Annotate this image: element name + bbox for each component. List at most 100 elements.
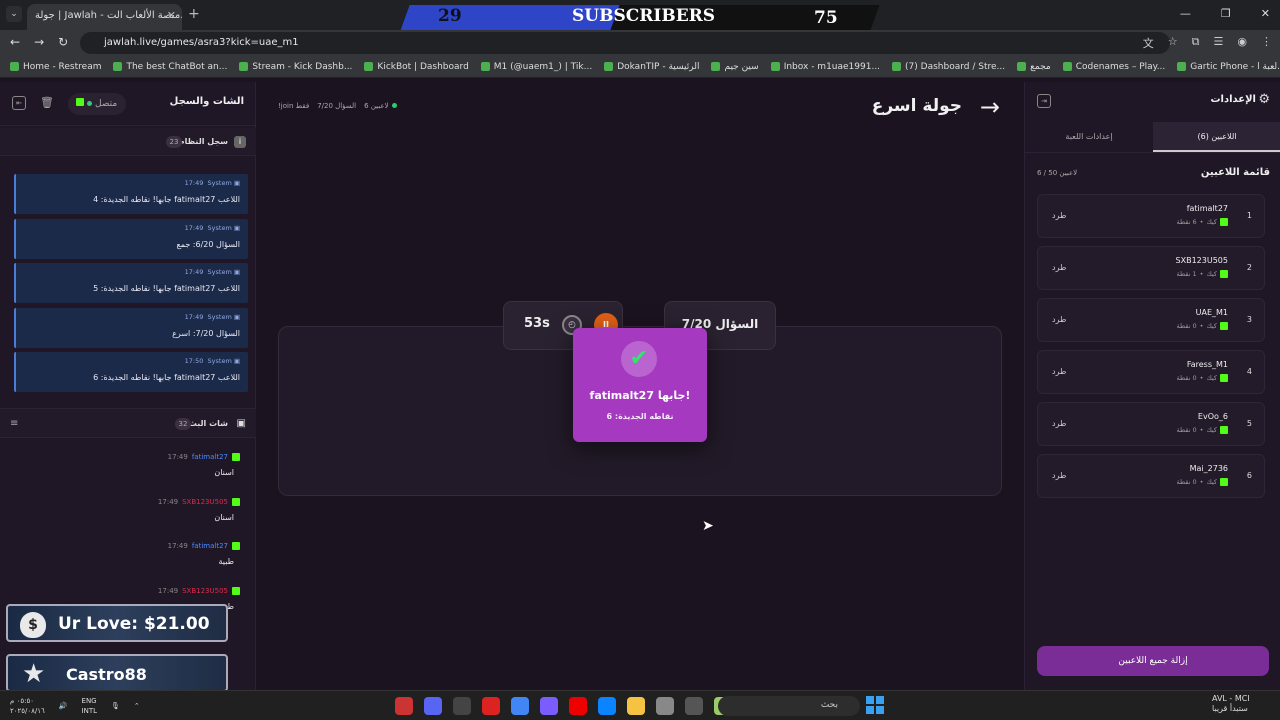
- sort-icon[interactable]: ≡: [10, 418, 18, 429]
- chrome-icon[interactable]: [511, 697, 529, 715]
- bookmark-item[interactable]: Gartic Phone - لعبة ا...: [1177, 60, 1280, 73]
- chat-username[interactable]: fatimalt27: [192, 453, 228, 461]
- weather-widget[interactable]: AVL - MCI ستبدأ قريبا: [1212, 694, 1250, 714]
- file-explorer-icon[interactable]: [627, 697, 645, 715]
- chat-message-text: طبية: [218, 557, 234, 566]
- bookmarks-bar: Home - Restream The best ChatBot an... Str…: [0, 56, 1280, 78]
- reload-icon[interactable]: ↻: [58, 35, 68, 49]
- taskbar-search[interactable]: بحث: [718, 696, 860, 716]
- game-header: !join فقط السؤال 7/20 6 لاعبين جولة اسرع…: [278, 93, 1008, 126]
- online-dot: [391, 103, 397, 108]
- maximize-icon[interactable]: ❐: [1221, 7, 1231, 20]
- system-message-meta: 17:50 System ▣: [184, 357, 240, 365]
- obs-icon[interactable]: [395, 697, 413, 715]
- chat-message: 17:49 fatimalt27 اسنان: [0, 448, 250, 488]
- close-window-icon[interactable]: ✕: [1261, 7, 1270, 20]
- back-icon[interactable]: ←: [10, 35, 20, 49]
- notepad-icon[interactable]: [685, 697, 703, 715]
- mic-icon[interactable]: 🎙: [111, 701, 120, 711]
- language-indicator[interactable]: ENG INTL: [82, 696, 97, 716]
- kick-player-button[interactable]: طرد: [1052, 263, 1066, 272]
- translate-icon[interactable]: 文: [1143, 35, 1154, 51]
- bookmark-star-icon[interactable]: ☆: [1168, 35, 1178, 51]
- new-tab-button[interactable]: +: [188, 6, 200, 22]
- bookmark-item[interactable]: KickBot | Dashboard: [364, 60, 469, 73]
- url-field[interactable]: jawlah.live/games/asra3?kick=uae_m1: [80, 32, 1170, 54]
- collapse-panel-icon[interactable]: ⇤: [12, 96, 26, 110]
- profile-icon[interactable]: ◉: [1237, 35, 1247, 51]
- trash-icon[interactable]: 🗑: [40, 96, 54, 109]
- kick-icon: [232, 497, 240, 506]
- bookmark-item[interactable]: (7) Dashboard / Stre...: [892, 60, 1005, 73]
- bookmark-item[interactable]: سين جيم: [711, 60, 759, 73]
- subscriber-goal: 75: [814, 8, 838, 28]
- copilot-icon[interactable]: [540, 697, 558, 715]
- kick-player-button[interactable]: طرد: [1052, 315, 1066, 324]
- forward-icon[interactable]: →: [34, 35, 44, 49]
- platform-label: كيك: [1206, 374, 1217, 382]
- tab-search-button[interactable]: ⌄: [6, 6, 22, 22]
- bookmark-label: DokanTIP - الرئيسية: [617, 61, 700, 72]
- player-row: 4 Faress_M1 كيك • 0 نقطة طرد: [1037, 350, 1265, 394]
- chat-username[interactable]: SXB123U505: [182, 587, 228, 595]
- back-arrow-icon[interactable]: →: [980, 93, 1000, 121]
- bookmark-favicon-icon: [604, 62, 614, 71]
- remove-all-players-button[interactable]: إزالة جميع اللاعبين: [1037, 646, 1269, 676]
- weather-line2: ستبدأ قريبا: [1212, 704, 1248, 713]
- browser-tab[interactable]: جولة | Jawlah - منصة الألعاب الت... ✕: [27, 4, 182, 30]
- tab-game-settings[interactable]: إعدادات اللعبة: [1025, 122, 1153, 152]
- chat-message: 17:49 SXB123U505 اسنان: [0, 493, 250, 533]
- status-label: متصل: [95, 99, 118, 109]
- bookmark-item[interactable]: Codenames – Play...: [1062, 60, 1165, 73]
- extensions-icon[interactable]: ⧉: [1192, 35, 1200, 51]
- minimize-icon[interactable]: —: [1180, 7, 1191, 20]
- player-points: 0 نقطة: [1176, 426, 1197, 434]
- collapse-settings-icon[interactable]: ⇥: [1037, 94, 1051, 108]
- youtube-icon[interactable]: [569, 697, 587, 715]
- bookmark-item[interactable]: Inbox - m1uae1991...: [770, 60, 880, 73]
- toast-subtitle: نقاطه الجديدة: 6: [606, 412, 674, 421]
- kick-player-button[interactable]: طرد: [1052, 211, 1066, 220]
- streamlabs-icon[interactable]: [482, 697, 500, 715]
- bookmark-item[interactable]: Stream - Kick Dashb...: [239, 60, 352, 73]
- player-rank: 4: [1246, 367, 1252, 376]
- app-page: الشات والسجل متصل 🗑 ⇤ سجل النظام 23 i 17…: [0, 82, 1280, 690]
- bookmark-item[interactable]: Home - Restream: [10, 60, 101, 73]
- windows-start-icon[interactable]: [866, 696, 884, 714]
- menu-icon[interactable]: ⋮: [1261, 35, 1272, 51]
- bookmark-favicon-icon: [10, 62, 19, 71]
- kick-player-button[interactable]: طرد: [1052, 419, 1066, 428]
- system-log-message: 17:49 System ▣ اللاعب fatimalt27 جابها! ن…: [14, 174, 248, 214]
- store-icon[interactable]: [656, 697, 674, 715]
- system-log-header[interactable]: سجل النظام 23 i: [0, 128, 256, 156]
- nav-buttons: ← → ↻: [10, 35, 68, 49]
- speaker-icon[interactable]: 🔊: [59, 701, 68, 711]
- chat-username[interactable]: fatimalt27: [192, 542, 228, 550]
- message-sender: System: [207, 179, 232, 187]
- tray-expand-icon[interactable]: ⌃: [134, 701, 140, 711]
- bookmark-label: سين جيم: [724, 61, 759, 72]
- reading-list-icon[interactable]: ☰: [1214, 35, 1224, 51]
- discord-icon[interactable]: [424, 697, 442, 715]
- close-tab-icon[interactable]: ✕: [167, 9, 176, 22]
- bookmark-item[interactable]: مجمع: [1017, 60, 1051, 73]
- player-name: SXB123U505: [1175, 256, 1228, 265]
- message-sender: System: [207, 268, 232, 276]
- camera-app-icon[interactable]: [453, 697, 471, 715]
- kick-player-button[interactable]: طرد: [1052, 471, 1066, 480]
- donation-label: Ur Love: $21.00: [58, 614, 210, 634]
- edge-icon[interactable]: [598, 697, 616, 715]
- chat-message-meta: 17:49 fatimalt27: [168, 542, 240, 550]
- bookmark-favicon-icon: [480, 62, 490, 71]
- stream-chat-header[interactable]: ≡ شات البث 32 ▣: [0, 408, 256, 438]
- chat-username[interactable]: SXB123U505: [182, 498, 228, 506]
- bookmark-item[interactable]: DokanTIP - الرئيسية: [604, 60, 699, 73]
- taskbar-time: ٠٥:٥٠ م: [10, 697, 34, 705]
- kick-player-button[interactable]: طرد: [1052, 367, 1066, 376]
- system-log-message: 17:49 System ▣ السؤال 6/20: جمع: [14, 218, 248, 259]
- tab-players[interactable]: اللاعبين (6): [1153, 122, 1280, 152]
- player-rank: 3: [1246, 315, 1252, 324]
- bookmark-item[interactable]: The best ChatBot an...: [113, 60, 227, 73]
- bookmark-item[interactable]: M1 (@uaem1_) | Tik...: [480, 60, 592, 73]
- player-details: كيك • 0 نقطة: [1176, 322, 1228, 330]
